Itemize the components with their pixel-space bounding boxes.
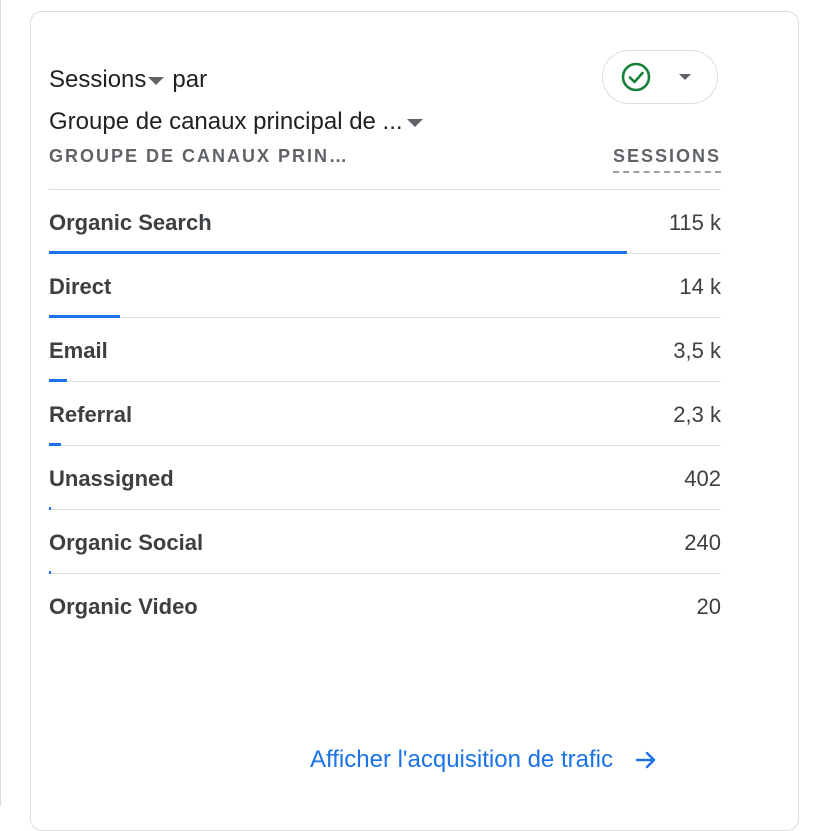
row-sessions-value: 2,3 k — [673, 402, 721, 427]
row-sessions-value: 115 k — [668, 210, 721, 235]
table-row[interactable]: Referral 2,3 k — [49, 382, 721, 446]
metric-caret-down-icon — [148, 77, 165, 85]
row-channel-label: Organic Social — [49, 530, 204, 555]
table-column-headers: GROUPE DE CANAUX PRIN… SESSIONS — [49, 146, 721, 180]
row-channel-label: Organic Search — [49, 210, 212, 235]
dimension-selector-label: Groupe de canaux principal de ... — [49, 108, 403, 135]
row-channel-label: Unassigned — [49, 466, 174, 491]
view-traffic-acquisition-label: Afficher l'acquisition de trafic — [310, 746, 613, 773]
left-panel-edge — [0, 0, 1, 806]
metric-selector[interactable]: Sessions — [49, 66, 172, 94]
caret-down-icon — [679, 74, 691, 80]
check-circle-icon — [621, 62, 651, 92]
column-header-sessions[interactable]: SESSIONS — [612, 146, 721, 173]
row-sessions-value: 402 — [684, 466, 721, 491]
row-channel-label: Direct — [49, 274, 112, 299]
card-title-line-1: Sessions par — [49, 66, 207, 94]
row-channel-label: Referral — [49, 402, 133, 427]
table-row[interactable]: Unassigned 402 — [49, 446, 721, 510]
title-connector: par — [172, 66, 208, 93]
row-sessions-value: 20 — [696, 594, 721, 619]
table-row[interactable]: Organic Social 240 — [49, 510, 721, 574]
table-row[interactable]: Direct 14 k — [49, 254, 721, 318]
dimension-caret-down-icon — [406, 119, 423, 127]
card-title-line-2: Groupe de canaux principal de ... — [49, 108, 431, 136]
table-row[interactable]: Organic Search 115 k — [49, 190, 721, 254]
row-sessions-value: 14 k — [679, 274, 721, 299]
row-sessions-value: 3,5 k — [673, 338, 721, 363]
column-header-dimension: GROUPE DE CANAUX PRIN… — [49, 146, 350, 166]
table-row[interactable]: Email 3,5 k — [49, 318, 721, 382]
row-channel-label: Email — [49, 338, 108, 363]
row-sessions-value: 240 — [684, 530, 721, 555]
row-channel-label: Organic Video — [49, 594, 198, 619]
arrow-right-icon — [635, 751, 656, 769]
channel-table: Organic Search 115 k Direct 14 k Email 3,5 k R… — [49, 190, 721, 637]
comparison-status-button[interactable] — [602, 50, 718, 104]
view-traffic-acquisition-link[interactable]: Afficher l'acquisition de trafic — [310, 746, 657, 774]
dimension-selector[interactable]: Groupe de canaux principal de ... — [49, 108, 431, 136]
table-row[interactable]: Organic Video 20 — [49, 574, 721, 637]
metric-selector-label: Sessions — [49, 66, 147, 93]
